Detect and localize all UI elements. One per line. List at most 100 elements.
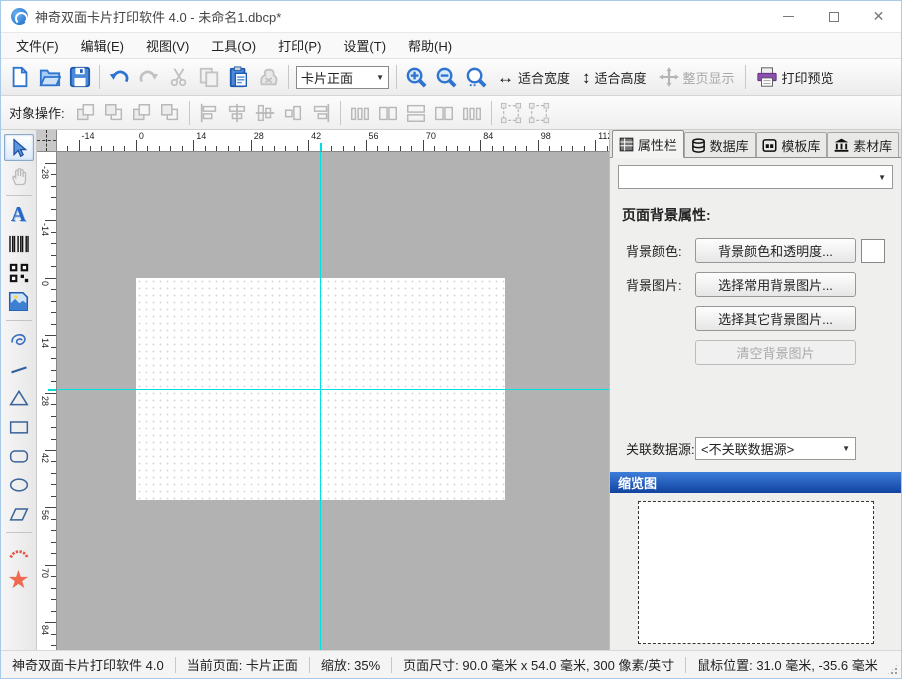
datasource-dropdown[interactable]: <不关联数据源> ▼ (695, 437, 856, 460)
zoom-actual-button[interactable] (461, 63, 491, 91)
align-middle-icon (254, 102, 276, 124)
ungroup-button[interactable] (526, 100, 552, 126)
ruler-major-tick (45, 163, 56, 164)
menu-edit[interactable]: 编辑(E) (70, 33, 135, 58)
send-to-back-button[interactable] (101, 100, 127, 126)
select-other-bg-button[interactable]: 选择其它背景图片... (695, 306, 856, 331)
rounded-rectangle-tool[interactable] (4, 442, 34, 469)
star-tool[interactable]: ★ (4, 567, 34, 594)
vertical-guide-line[interactable] (320, 152, 321, 650)
triangle-icon (9, 388, 29, 408)
make-same-tall-button[interactable] (459, 100, 485, 126)
menu-view[interactable]: 视图(V) (135, 33, 200, 58)
design-canvas[interactable] (57, 152, 609, 650)
select-common-bg-button[interactable]: 选择常用背景图片... (695, 272, 856, 297)
ruler-minor-tick (51, 416, 56, 417)
ruler-minor-tick (51, 588, 56, 589)
zoom-in-button[interactable] (401, 63, 431, 91)
chevron-down-icon: ▼ (878, 173, 886, 182)
rectangle-tool[interactable] (4, 413, 34, 440)
group-button[interactable] (498, 100, 524, 126)
send-backward-button[interactable] (157, 100, 183, 126)
ruler-major-tick (45, 393, 56, 394)
align-middle-button[interactable] (252, 100, 278, 126)
barcode-tool[interactable] (4, 230, 34, 257)
ruler-origin-box[interactable] (37, 130, 57, 152)
printer-icon (756, 66, 778, 88)
align-left-button[interactable] (196, 100, 222, 126)
bg-color-button[interactable]: 背景颜色和透明度... (695, 238, 856, 263)
fit-width-button[interactable]: ↔ 适合宽度 (491, 63, 576, 91)
new-file-button[interactable] (5, 63, 35, 91)
print-preview-button[interactable]: 打印预览 (750, 63, 840, 91)
object-selector-dropdown[interactable]: ▼ (618, 165, 893, 189)
menu-tools[interactable]: 工具(O) (200, 33, 267, 58)
horizontal-guide-line[interactable] (57, 389, 609, 390)
save-button[interactable] (65, 63, 95, 91)
text-tool[interactable]: A (4, 201, 34, 228)
qrcode-tool[interactable] (4, 259, 34, 286)
ruler-minor-tick (51, 289, 56, 290)
ruler-label: 42 (40, 453, 50, 463)
align-right-icon (310, 102, 332, 124)
align-center-horizontal-button[interactable] (280, 100, 306, 126)
menu-print[interactable]: 打印(P) (267, 33, 332, 58)
triangle-tool[interactable] (4, 384, 34, 411)
ruler-minor-tick (515, 146, 516, 151)
ruler-minor-tick (51, 358, 56, 359)
image-tool[interactable] (4, 288, 34, 315)
delete-button[interactable] (254, 63, 284, 91)
send-backward-icon (159, 102, 181, 124)
clear-bg-button[interactable]: 清空背景图片 (695, 340, 856, 365)
minimize-icon (783, 16, 794, 17)
select-tool[interactable] (4, 134, 34, 161)
horizontal-ruler[interactable]: -14014284256708498112 (57, 130, 609, 152)
close-button[interactable]: ✕ (856, 1, 901, 32)
cut-button[interactable] (164, 63, 194, 91)
datasource-value: <不关联数据源> (701, 439, 794, 458)
tab-database[interactable]: 数据库 (684, 132, 756, 157)
minimize-button[interactable] (766, 1, 811, 32)
make-same-height-button[interactable] (403, 100, 429, 126)
copy-button[interactable] (194, 63, 224, 91)
menu-file[interactable]: 文件(F) (5, 33, 70, 58)
make-same-size-button[interactable] (431, 100, 457, 126)
make-same-narrow-button[interactable] (347, 100, 373, 126)
parallelogram-tool[interactable] (4, 500, 34, 527)
full-page-icon (659, 67, 679, 87)
make-same-width-button[interactable] (375, 100, 401, 126)
thumbnail-preview[interactable] (638, 501, 874, 644)
bring-to-front-button[interactable] (73, 100, 99, 126)
menu-help[interactable]: 帮助(H) (397, 33, 463, 58)
line-tool[interactable] (4, 355, 34, 382)
align-center-vertical-button[interactable] (224, 100, 250, 126)
undo-button[interactable] (104, 63, 134, 91)
page-side-selector[interactable]: 卡片正面 ▼ (296, 66, 389, 89)
tab-materials[interactable]: 素材库 (827, 132, 899, 157)
ruler-minor-tick (51, 209, 56, 210)
curve-tool[interactable] (4, 326, 34, 353)
ruler-minor-tick (124, 146, 125, 151)
ruler-major-tick (45, 278, 56, 279)
paste-button[interactable] (224, 63, 254, 91)
open-file-button[interactable] (35, 63, 65, 91)
full-page-button[interactable]: 整页显示 (653, 63, 741, 91)
maximize-button[interactable] (811, 1, 856, 32)
redo-button[interactable] (134, 63, 164, 91)
bg-color-swatch[interactable] (861, 239, 885, 263)
toolbar-separator (288, 65, 289, 89)
curve-icon (9, 330, 29, 350)
ellipse-tool[interactable] (4, 471, 34, 498)
align-right-button[interactable] (308, 100, 334, 126)
pan-tool[interactable] (4, 163, 34, 190)
bring-forward-button[interactable] (129, 100, 155, 126)
stamp-tool[interactable] (4, 538, 34, 565)
vertical-ruler[interactable]: -28-140142842567084 (37, 152, 57, 650)
menu-settings[interactable]: 设置(T) (332, 33, 397, 58)
ruler-minor-tick (561, 146, 562, 151)
tab-templates[interactable]: 模板库 (756, 132, 828, 157)
fit-height-button[interactable]: ↕ 适合高度 (576, 63, 653, 91)
tab-properties[interactable]: 属性栏 (612, 130, 684, 158)
zoom-out-button[interactable] (431, 63, 461, 91)
ruler-minor-tick (182, 146, 183, 151)
